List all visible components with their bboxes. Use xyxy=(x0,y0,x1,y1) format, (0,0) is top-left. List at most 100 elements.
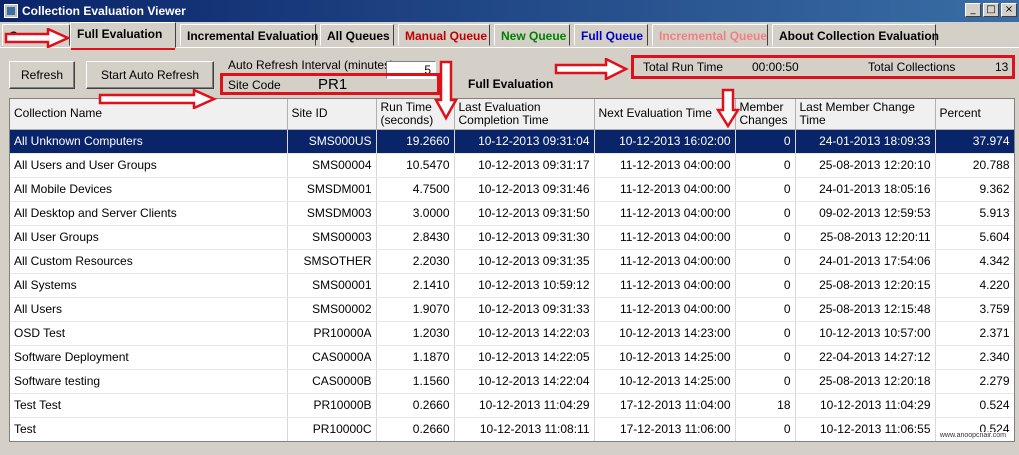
cell-percent: 3.759 xyxy=(935,297,1014,322)
tab-new-queue[interactable]: New Queue xyxy=(494,24,570,46)
arrow-right-icon xyxy=(554,58,629,80)
cell-collection-name: Test Test xyxy=(10,393,288,418)
table-row[interactable]: All Users and User Groups SMS00004 10.5470… xyxy=(10,153,1014,178)
table-row[interactable]: Test Test PR10000B 0.2660 10-12-2013 11:04:… xyxy=(10,393,1014,418)
annotation-box-site-code xyxy=(220,73,440,95)
table-row[interactable]: Test PR10000C 0.2660 10-12-2013 11:08:11 17-… xyxy=(10,417,1014,441)
cell-collection-name: All Mobile Devices xyxy=(10,177,288,202)
cell-site-id: SMS000US xyxy=(287,129,377,154)
cell-run-time: 3.0000 xyxy=(376,201,455,226)
column-header-last-evaluation[interactable]: Last Evaluation Completion Time xyxy=(454,99,595,130)
cell-percent: 2.340 xyxy=(935,345,1014,370)
table-row[interactable]: All Desktop and Server Clients SMSDM003 3.… xyxy=(10,201,1014,226)
refresh-button[interactable]: Refresh xyxy=(9,61,75,89)
collections-table: Collection Name Site ID Run Time (second… xyxy=(10,99,1014,441)
cell-member-changes: 0 xyxy=(735,153,796,178)
collections-grid[interactable]: Collection Name Site ID Run Time (second… xyxy=(9,98,1015,442)
cell-site-id: CAS0000A xyxy=(287,345,377,370)
cell-member-changes: 0 xyxy=(735,369,796,394)
cell-percent: 4.220 xyxy=(935,273,1014,298)
cell-member-changes: 18 xyxy=(735,393,796,418)
cell-next-evaluation: 11-12-2013 04:00:00 xyxy=(594,225,736,250)
cell-percent: 37.974 xyxy=(935,129,1014,154)
cell-last-member-change: 10-12-2013 11:04:29 xyxy=(795,393,936,418)
tab-strip: Connect Full Evaluation Incremental Eval… xyxy=(0,22,1019,48)
table-row[interactable]: All Unknown Computers SMS000US 19.2660 10-1… xyxy=(10,129,1014,154)
tab-incremental-evaluation[interactable]: Incremental Evaluation xyxy=(180,24,318,46)
table-row[interactable]: Software testing CAS0000B 1.1560 10-12-2013… xyxy=(10,369,1014,394)
column-header-last-member-change[interactable]: Last Member Change Time xyxy=(795,99,936,130)
cell-last-member-change: 25-08-2013 12:20:11 xyxy=(795,225,936,250)
table-row[interactable]: All Systems SMS00001 2.1410 10-12-2013 10:5… xyxy=(10,273,1014,298)
cell-collection-name: Software Deployment xyxy=(10,345,288,370)
cell-percent: 4.342 xyxy=(935,249,1014,274)
column-header-member-changes[interactable]: Member Changes xyxy=(735,99,796,130)
table-row[interactable]: Software Deployment CAS0000A 1.1870 10-12-2… xyxy=(10,345,1014,370)
auto-refresh-interval-label: Auto Refresh Interval (minutes) xyxy=(228,58,395,72)
cell-last-member-change: 25-08-2013 12:20:10 xyxy=(795,153,936,178)
cell-last-member-change: 24-01-2013 18:09:33 xyxy=(795,129,936,154)
cell-member-changes: 0 xyxy=(735,417,796,441)
minimize-button[interactable]: _ xyxy=(965,3,981,17)
cell-next-evaluation: 10-12-2013 14:25:00 xyxy=(594,369,736,394)
cell-member-changes: 0 xyxy=(735,201,796,226)
table-row[interactable]: All Custom Resources SMSOTHER 2.2030 10-12-… xyxy=(10,249,1014,274)
column-header-percent[interactable]: Percent xyxy=(935,99,1014,130)
cell-last-member-change: 24-01-2013 17:54:06 xyxy=(795,249,936,274)
cell-last-evaluation: 10-12-2013 14:22:05 xyxy=(454,345,595,370)
cell-next-evaluation: 17-12-2013 11:06:00 xyxy=(594,417,736,441)
view-title: Full Evaluation xyxy=(468,77,554,91)
cell-last-member-change: 10-12-2013 10:57:00 xyxy=(795,321,936,346)
cell-site-id: PR10000A xyxy=(287,321,377,346)
arrow-down-icon xyxy=(434,60,458,121)
cell-run-time: 19.2660 xyxy=(376,129,455,154)
table-row[interactable]: All User Groups SMS00003 2.8430 10-12-2013 … xyxy=(10,225,1014,250)
cell-run-time: 1.1560 xyxy=(376,369,455,394)
cell-next-evaluation: 10-12-2013 16:02:00 xyxy=(594,129,736,154)
cell-last-evaluation: 10-12-2013 09:31:17 xyxy=(454,153,595,178)
cell-last-evaluation: 10-12-2013 09:31:46 xyxy=(454,177,595,202)
cell-percent: 2.279 xyxy=(935,369,1014,394)
cell-run-time: 4.7500 xyxy=(376,177,455,202)
column-header-site-id[interactable]: Site ID xyxy=(287,99,377,130)
cell-last-member-change: 22-04-2013 14:27:12 xyxy=(795,345,936,370)
cell-run-time: 0.2660 xyxy=(376,417,455,441)
table-row[interactable]: OSD Test PR10000A 1.2030 10-12-2013 14:22:0… xyxy=(10,321,1014,346)
title-bar: Collection Evaluation Viewer _ □ × xyxy=(0,0,1019,22)
cell-collection-name: All Unknown Computers xyxy=(10,129,288,154)
cell-last-member-change: 24-01-2013 18:05:16 xyxy=(795,177,936,202)
tab-about-collection-evaluation[interactable]: About Collection Evaluation xyxy=(772,24,939,46)
maximize-button[interactable]: □ xyxy=(983,3,999,17)
arrow-right-icon xyxy=(98,89,218,109)
cell-member-changes: 0 xyxy=(735,345,796,370)
tab-manual-queue[interactable]: Manual Queue xyxy=(398,24,490,46)
tab-all-queues[interactable]: All Queues xyxy=(320,24,394,46)
table-row[interactable]: All Users SMS00002 1.9070 10-12-2013 09:31:… xyxy=(10,297,1014,322)
cell-collection-name: All Systems xyxy=(10,273,288,298)
cell-member-changes: 0 xyxy=(735,177,796,202)
start-auto-refresh-button[interactable]: Start Auto Refresh xyxy=(86,61,214,89)
tab-full-evaluation[interactable]: Full Evaluation xyxy=(70,22,176,48)
app-icon xyxy=(4,4,18,18)
cell-collection-name: All Desktop and Server Clients xyxy=(10,201,288,226)
cell-site-id: CAS0000B xyxy=(287,369,377,394)
cell-member-changes: 0 xyxy=(735,321,796,346)
table-row[interactable]: All Mobile Devices SMSDM001 4.7500 10-12-20… xyxy=(10,177,1014,202)
cell-next-evaluation: 11-12-2013 04:00:00 xyxy=(594,297,736,322)
cell-last-evaluation: 10-12-2013 11:08:11 xyxy=(454,417,595,441)
tab-incremental-queue[interactable]: Incremental Queue xyxy=(652,24,768,46)
cell-member-changes: 0 xyxy=(735,249,796,274)
cell-last-member-change: 25-08-2013 12:20:15 xyxy=(795,273,936,298)
column-header-next-evaluation[interactable]: Next Evaluation Time xyxy=(594,99,736,130)
annotation-box-totals xyxy=(631,55,1015,79)
close-button[interactable]: × xyxy=(1001,3,1017,17)
cell-member-changes: 0 xyxy=(735,273,796,298)
cell-site-id: PR10000C xyxy=(287,417,377,441)
cell-percent: 9.362 xyxy=(935,177,1014,202)
tab-full-queue[interactable]: Full Queue xyxy=(574,24,648,46)
cell-last-member-change: 09-02-2013 12:59:53 xyxy=(795,201,936,226)
cell-last-evaluation: 10-12-2013 09:31:50 xyxy=(454,201,595,226)
cell-next-evaluation: 11-12-2013 04:00:00 xyxy=(594,201,736,226)
cell-collection-name: All Custom Resources xyxy=(10,249,288,274)
cell-member-changes: 0 xyxy=(735,129,796,154)
